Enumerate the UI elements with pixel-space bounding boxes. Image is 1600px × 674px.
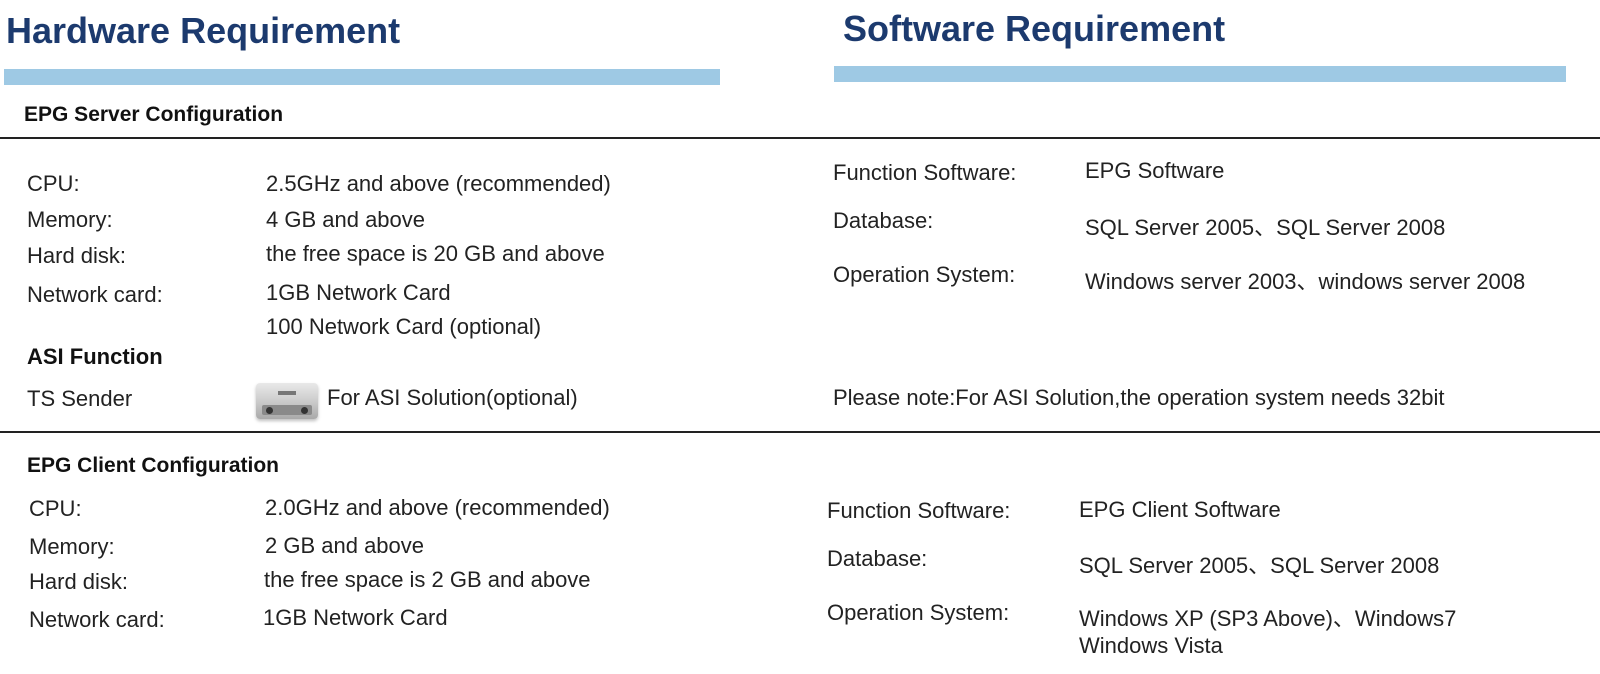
server-memory-value: 4 GB and above bbox=[266, 207, 426, 232]
client-memory-value: 2 GB and above bbox=[265, 533, 425, 558]
ts-sender-value: For ASI Solution(optional) bbox=[327, 385, 578, 410]
sw-server-database-value: SQL Server 2005、SQL Server 2008 bbox=[1085, 215, 1446, 240]
client-harddisk-label: Hard disk: bbox=[29, 569, 129, 594]
hardware-title: Hardware Requirement bbox=[6, 10, 401, 51]
sw-server-database-label: Database: bbox=[833, 208, 934, 233]
server-network-value-2: 100 Network Card (optional) bbox=[266, 314, 542, 339]
software-title: Software Requirement bbox=[843, 8, 1226, 49]
server-cpu-label: CPU: bbox=[27, 171, 80, 196]
section-divider-top bbox=[0, 137, 1600, 139]
server-network-label: Network card: bbox=[27, 282, 163, 307]
sw-client-os-value-2: Windows Vista bbox=[1079, 633, 1223, 658]
client-harddisk-value: the free space is 2 GB and above bbox=[264, 567, 591, 592]
section-divider-middle bbox=[0, 431, 1600, 433]
client-config-heading: EPG Client Configuration bbox=[27, 454, 279, 477]
server-cpu-value: 2.5GHz and above (recommended) bbox=[266, 171, 611, 196]
server-harddisk-label: Hard disk: bbox=[27, 243, 127, 268]
asi-function-heading: ASI Function bbox=[27, 344, 163, 369]
asi-os-note: Please note:For ASI Solution,the operati… bbox=[833, 385, 1445, 410]
client-network-label: Network card: bbox=[29, 607, 165, 632]
sw-server-os-value: Windows server 2003、windows server 2008 bbox=[1085, 269, 1526, 294]
sw-client-function-label: Function Software: bbox=[827, 498, 1011, 523]
software-accent-bar bbox=[834, 66, 1566, 82]
client-memory-label: Memory: bbox=[29, 534, 115, 559]
sw-server-os-label: Operation System: bbox=[833, 262, 1016, 287]
sw-client-function-value: EPG Client Software bbox=[1079, 497, 1281, 522]
sw-client-database-label: Database: bbox=[827, 546, 928, 571]
server-memory-label: Memory: bbox=[27, 207, 113, 232]
server-network-value: 1GB Network Card bbox=[266, 280, 451, 305]
client-cpu-label: CPU: bbox=[29, 496, 82, 521]
sw-client-database-value: SQL Server 2005、SQL Server 2008 bbox=[1079, 553, 1440, 578]
server-config-heading: EPG Server Configuration bbox=[24, 103, 284, 126]
sw-server-function-value: EPG Software bbox=[1085, 158, 1225, 183]
ts-sender-label: TS Sender bbox=[27, 386, 133, 411]
asi-ts-sender-device-icon bbox=[256, 383, 318, 419]
sw-client-os-value: Windows XP (SP3 Above)、Windows7 bbox=[1079, 606, 1457, 631]
sw-server-function-label: Function Software: bbox=[833, 160, 1017, 185]
server-harddisk-value: the free space is 20 GB and above bbox=[266, 241, 605, 266]
client-network-value: 1GB Network Card bbox=[263, 605, 448, 630]
sw-client-os-label: Operation System: bbox=[827, 600, 1010, 625]
hardware-accent-bar bbox=[4, 69, 720, 85]
client-cpu-value: 2.0GHz and above (recommended) bbox=[265, 495, 610, 520]
